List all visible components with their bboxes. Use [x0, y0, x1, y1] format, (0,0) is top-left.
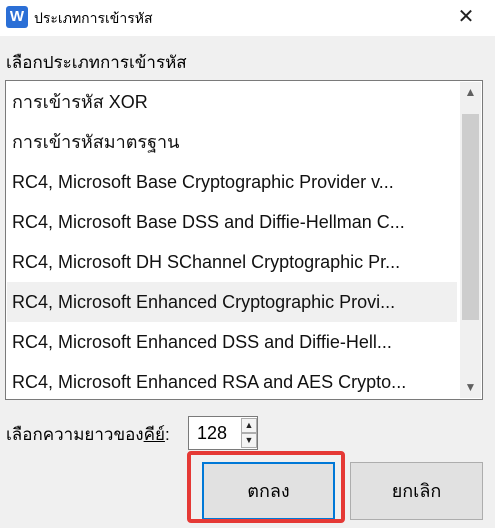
scroll-thumb[interactable]	[462, 114, 479, 320]
encryption-type-label: เลือกประเภทการเข้ารหัส	[6, 53, 187, 72]
spin-down-icon[interactable]: ▼	[241, 433, 257, 448]
key-length-label-prefix: เลือกความยาวของ	[6, 425, 144, 444]
list-item[interactable]: RC4, Microsoft Base DSS and Diffie-Hellm…	[7, 202, 457, 242]
key-length-label-accel: คีย์	[143, 425, 165, 444]
list-item[interactable]: การเข้ารหัสมาตรฐาน	[7, 122, 457, 162]
key-length-value[interactable]: 128	[197, 422, 227, 444]
list-item[interactable]: RC4, Microsoft Enhanced RSA and AES Cryp…	[7, 362, 457, 402]
title-bar: W ประเภทการเข้ารหัส ✕	[0, 0, 495, 36]
list-item[interactable]: การเข้ารหัส XOR	[7, 82, 457, 122]
list-item-selected[interactable]: RC4, Microsoft Enhanced Cryptographic Pr…	[7, 282, 457, 322]
encryption-type-listbox[interactable]: การเข้ารหัส XOR การเข้ารหัสมาตรฐาน RC4, …	[5, 80, 483, 400]
scroll-down-icon[interactable]: ▼	[460, 377, 481, 398]
highlight-box	[187, 451, 345, 523]
scroll-up-icon[interactable]: ▲	[460, 82, 481, 103]
window-title: ประเภทการเข้ารหัส	[34, 10, 153, 26]
list-item[interactable]: RC4, Microsoft Base Cryptographic Provid…	[7, 162, 457, 202]
list-item[interactable]: RC4, Microsoft Enhanced DSS and Diffie-H…	[7, 322, 457, 362]
cancel-button[interactable]: ยกเลิก	[350, 462, 483, 520]
key-length-spinner[interactable]: 128 ▲ ▼	[188, 416, 258, 450]
close-icon[interactable]: ✕	[448, 0, 484, 36]
list-item[interactable]: RC4, Microsoft DH SChannel Cryptographic…	[7, 242, 457, 282]
list-scrollbar[interactable]: ▲ ▼	[460, 82, 481, 398]
key-length-label: เลือกความยาวของคีย์:	[6, 424, 170, 446]
key-length-label-suffix: :	[164, 425, 170, 444]
word-app-icon: W	[6, 6, 28, 28]
spin-up-icon[interactable]: ▲	[241, 418, 257, 433]
